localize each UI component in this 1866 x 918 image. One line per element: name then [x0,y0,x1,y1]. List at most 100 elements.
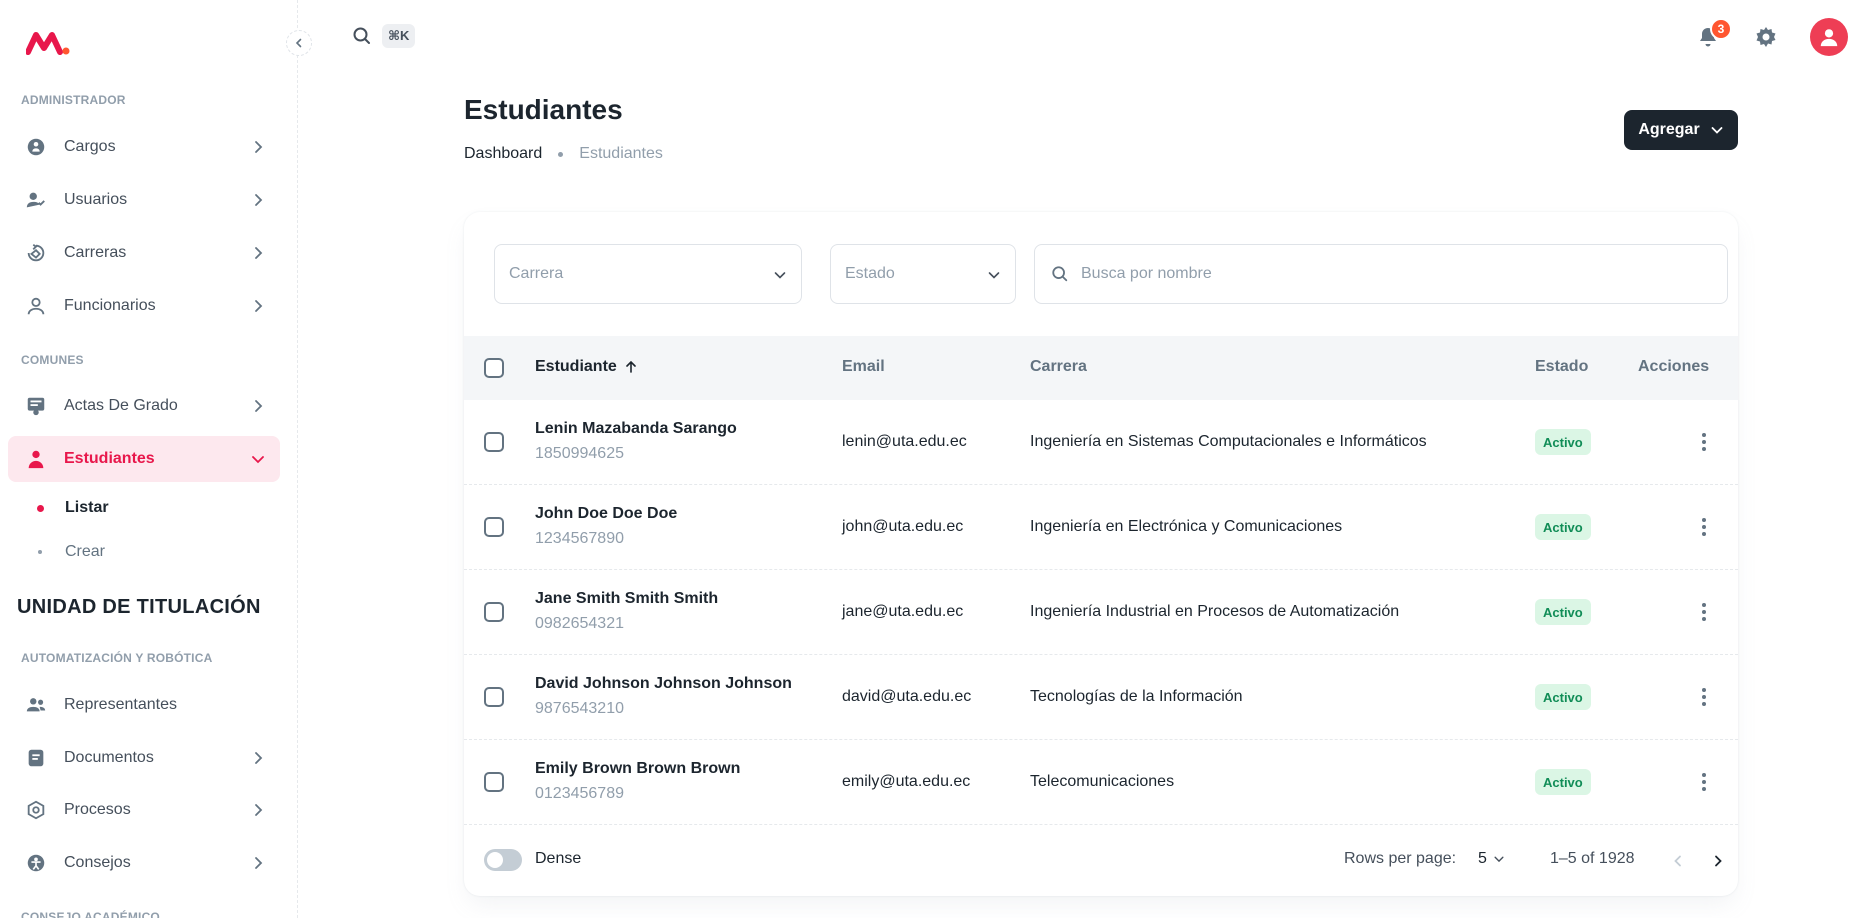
search-icon [353,27,370,44]
breadcrumb-current: Estudiantes [579,145,663,162]
row-actions-button[interactable] [1692,515,1716,539]
user-check-icon [24,188,48,212]
search-input-placeholder: Busca por nombre [1081,265,1212,282]
student-name: Lenin Mazabanda Sarango [535,420,737,437]
student-name: Emily Brown Brown Brown [535,760,741,777]
estado-select-placeholder: Estado [845,265,895,282]
column-header-estado[interactable]: Estado [1535,358,1588,376]
chevron-left-icon [295,38,302,48]
student-email: jane@uta.edu.ec [842,603,964,620]
sidebar-subitem-listar[interactable]: Listar [8,488,280,528]
column-header-email[interactable]: Email [842,358,885,376]
row-actions-button[interactable] [1692,430,1716,454]
carrera-select[interactable]: Carrera [494,244,802,304]
student-email: emily@uta.edu.ec [842,773,971,790]
rows-per-page-select[interactable]: 5 [1478,850,1505,868]
sidebar-item-documentos[interactable]: Documentos [8,735,280,781]
table-row[interactable]: Emily Brown Brown Brown 0123456789 emily… [464,740,1738,825]
student-id: 0982654321 [535,615,624,632]
chevron-right-icon [255,752,263,764]
row-actions-button[interactable] [1692,600,1716,624]
more-vertical-icon [1702,688,1706,706]
arrow-up-icon [625,360,636,373]
column-header-estudiante[interactable]: Estudiante [535,358,639,376]
chevron-left-icon [1674,855,1681,867]
table-row[interactable]: David Johnson Johnson Johnson 9876543210… [464,655,1738,740]
page-title: Estudiantes [464,94,623,125]
search-input[interactable]: Busca por nombre [1034,244,1728,304]
certificate-icon [24,394,48,418]
notifications-button[interactable]: 3 [1694,18,1732,51]
row-actions-button[interactable] [1692,685,1716,709]
row-actions-button[interactable] [1692,770,1716,794]
sidebar-collapse-button[interactable] [286,30,312,56]
sidebar-item-label: Usuarios [64,191,128,208]
pagination-range: 1–5 of 1928 [1550,850,1635,867]
row-checkbox[interactable] [484,772,504,792]
select-all-checkbox[interactable] [484,358,504,378]
sidebar-item-procesos[interactable]: Procesos [8,787,280,833]
row-checkbox[interactable] [484,432,504,452]
column-header-carrera[interactable]: Carrera [1030,358,1087,376]
users-icon [24,693,48,717]
person-icon [24,294,48,318]
sidebar-item-representantes[interactable]: Representantes [8,682,280,728]
rows-per-page-label: Rows per page: [1344,850,1457,867]
table-row[interactable]: Jane Smith Smith Smith 0982654321 jane@u… [464,570,1738,655]
document-icon [24,746,48,770]
row-checkbox[interactable] [484,602,504,622]
carrera-select-placeholder: Carrera [509,265,564,282]
sidebar-item-consejos[interactable]: Consejos [8,840,280,886]
student-id: 0123456789 [535,785,624,802]
sidebar-item-cargos[interactable]: Cargos [8,124,280,170]
sidebar-item-estudiantes[interactable]: Estudiantes [8,436,280,482]
estado-select[interactable]: Estado [830,244,1016,304]
section-title-admin: ADMINISTRADOR [21,93,126,107]
sidebar-item-usuarios[interactable]: Usuarios [8,177,280,223]
chevron-right-icon [255,804,263,816]
student-email: john@uta.edu.ec [842,518,964,535]
shortcut-hint: ⌘K [382,24,416,48]
row-checkbox[interactable] [484,687,504,707]
chevron-right-icon [255,141,263,153]
student-icon [24,447,48,471]
chevron-down-icon [252,456,264,464]
sidebar-item-label: Representantes [64,696,177,713]
global-search-button[interactable]: ⌘K [352,24,416,48]
section-title-automatizacion: AUTOMATIZACIÓN Y ROBÓTICA [21,651,213,665]
chevron-down-icon [1711,127,1723,134]
unit-title: UNIDAD DE TITULACIÓN [17,596,261,618]
student-id: 1850994625 [535,445,624,462]
avatar[interactable] [1810,18,1848,56]
sidebar-item-funcionarios[interactable]: Funcionarios [8,283,280,329]
section-title-consejo: CONSEJO ACADÉMICO [21,910,160,918]
refresh-icon [24,241,48,265]
dense-toggle[interactable] [484,849,522,871]
add-button[interactable]: Agregar [1624,110,1738,150]
sidebar-item-label: Actas De Grado [64,397,178,414]
sidebar-subitem-crear[interactable]: Crear [8,532,280,572]
chevron-right-icon [255,247,263,259]
chevron-right-icon [1715,855,1722,867]
sidebar-subitem-label: Crear [65,543,106,560]
column-header-acciones: Acciones [1638,358,1710,375]
next-page-button[interactable] [1704,847,1732,875]
chevron-right-icon [255,194,263,206]
dense-label: Dense [535,850,582,867]
more-vertical-icon [1702,433,1706,451]
sidebar-item-actas-de-grado[interactable]: Actas De Grado [8,383,280,429]
row-checkbox[interactable] [484,517,504,537]
table-row[interactable]: John Doe Doe Doe 1234567890 john@uta.edu… [464,485,1738,570]
rows-per-page-value: 5 [1478,850,1487,867]
student-email: lenin@uta.edu.ec [842,433,967,450]
settings-button[interactable] [1752,23,1780,51]
sidebar-item-carreras[interactable]: Carreras [8,230,280,276]
top-actions: 3 [1694,18,1848,56]
previous-page-button[interactable] [1664,847,1692,875]
table-footer: Dense Rows per page: 5 1–5 of 1928 [464,823,1738,896]
add-button-label: Agregar [1638,121,1700,138]
breadcrumb-dashboard[interactable]: Dashboard [464,145,542,163]
brand-logo[interactable] [25,30,70,61]
table-row[interactable]: Lenin Mazabanda Sarango 1850994625 lenin… [464,400,1738,485]
sidebar-subitem-label: Listar [65,499,109,516]
